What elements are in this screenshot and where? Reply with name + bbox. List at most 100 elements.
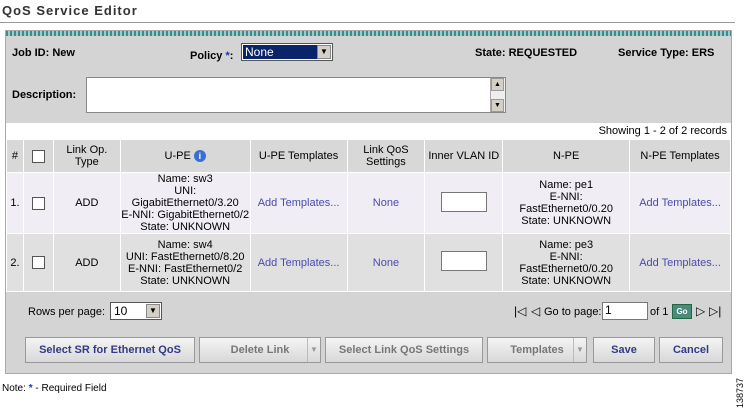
inner-vlan-input[interactable] [440,191,487,212]
row-select [22,233,54,292]
row-num: 2. [6,233,24,292]
col-upe-templates: U-PE Templates [249,139,348,173]
policy-label-text: Policy [190,50,223,62]
qos-settings-link[interactable]: None [373,257,399,269]
col-inner-vlan: Inner VLAN ID [424,139,504,173]
row-upe: Name: sw4 UNI: FastEthernet0/8.20 E-NNI:… [119,233,251,292]
prev-page-icon[interactable]: ◁ [531,304,540,318]
delete-link-button[interactable]: Delete Link ▼ [199,337,321,363]
row-npe: Name: pe1 E-NNI: FastEthernet0/0.20 Stat… [502,172,631,234]
chevron-down-icon[interactable]: ▼ [573,338,586,362]
templates-button[interactable]: Templates ▼ [487,337,587,363]
records-count: Showing 1 - 2 of 2 records [598,125,727,137]
upe-uni: UNI: FastEthernet0/8.20 [125,250,245,263]
page-title: QoS Service Editor [2,3,138,18]
col-npe-templates: N-PE Templates [629,139,731,173]
table-row: 2. ADD Name: sw4 UNI: FastEthernet0/8.20… [6,233,731,292]
go-button[interactable]: Go [672,304,692,319]
next-page-icon[interactable]: ▷ [696,304,705,318]
col-upe-label: U-PE [164,150,191,162]
save-button[interactable]: Save [593,337,655,363]
templates-label: Templates [510,344,564,356]
page-number-input[interactable]: 1 [602,302,648,320]
upe-name: Name: sw4 [157,238,213,251]
row-npe-templates: Add Templates... [629,233,731,292]
policy-selected-value: None [243,45,317,59]
required-star: * [28,383,33,394]
policy-colon: : [229,50,234,62]
row-qos: None [346,172,426,234]
cancel-button[interactable]: Cancel [659,337,723,363]
select-qos-button[interactable]: Select Link QoS Settings [325,337,483,363]
npe-state: State: UNKNOWN [521,215,612,227]
rows-per-page-select[interactable]: 10 ▼ [110,302,162,320]
row-vlan [424,233,504,292]
col-select-all [22,139,54,173]
policy-select[interactable]: None ▼ [241,43,333,61]
scroll-down-icon[interactable]: ▼ [491,99,504,112]
service-type-label: Service Type: ERS [618,47,715,59]
policy-label: Policy *: [190,50,233,62]
required-field-note: Note: * - Required Field [2,383,107,394]
description-textarea[interactable]: ▲ ▼ [86,77,506,113]
goto-page-label: Go to page: [544,306,602,318]
row-npe: Name: pe3 E-NNI: FastEthernet0/0.20 Stat… [502,233,631,292]
add-npe-templates-link[interactable]: Add Templates... [639,197,721,209]
col-num: # [6,139,24,173]
npe-name: Name: pe3 [539,238,594,251]
links-table: # Link Op. Type U-PE i U-PE Templates Li… [6,139,731,292]
row-qos: None [346,233,426,292]
inner-vlan-input[interactable] [440,251,487,271]
add-npe-templates-link[interactable]: Add Templates... [639,257,721,269]
pager: Rows per page: 10 ▼ |◁ ◁ Go to page: 1 o… [6,291,731,323]
chevron-down-icon[interactable]: ▼ [307,338,320,362]
upe-uni: UNI: GigabitEthernet0/3.20 [131,185,239,209]
rows-per-page-label: Rows per page: [28,306,106,318]
upe-state: State: UNKNOWN [140,221,231,233]
info-icon[interactable]: i [193,150,206,162]
row-upe-templates: Add Templates... [249,172,348,234]
npe-name: Name: pe1 [539,179,594,191]
chevron-down-icon[interactable]: ▼ [146,304,160,318]
npe-enni: E-NNI: FastEthernet0/0.20 [519,250,613,275]
row-select [22,172,54,234]
description-scrollbar[interactable]: ▲ ▼ [490,78,505,112]
row-npe-templates: Add Templates... [629,172,731,234]
add-upe-templates-link[interactable]: Add Templates... [258,197,340,209]
row-upe: Name: sw3 UNI: GigabitEthernet0/3.20 E-N… [119,172,251,234]
col-npe: N-PE [502,139,631,173]
scroll-up-icon[interactable]: ▲ [491,78,504,91]
table-row: 1. ADD Name: sw3 UNI: GigabitEthernet0/3… [6,172,731,234]
note-prefix: Note: [2,383,26,394]
select-sr-button[interactable]: Select SR for Ethernet QoS [25,337,195,363]
row-checkbox[interactable] [31,196,45,210]
col-link-op-type: Link Op. Type [52,139,121,173]
add-upe-templates-link[interactable]: Add Templates... [258,257,340,269]
upe-state: State: UNKNOWN [140,274,231,287]
col-upe: U-PE i [119,139,251,173]
state-label: State: REQUESTED [475,47,578,59]
row-checkbox[interactable] [31,256,45,269]
npe-enni: E-NNI: FastEthernet0/0.20 [519,191,613,215]
row-upe-templates: Add Templates... [249,233,348,292]
first-page-icon[interactable]: |◁ [514,304,526,318]
note-text: - Required Field [35,383,107,394]
upe-name: Name: sw3 [157,173,213,185]
row-op: ADD [52,233,121,292]
row-op: ADD [52,172,121,234]
upe-enni: E-NNI: FastEthernet0/2 [128,262,243,275]
chevron-down-icon[interactable]: ▼ [317,45,331,59]
panel-top-border [6,31,731,36]
editor-panel: Job ID: New Policy *: None ▼ State: REQU… [5,30,732,374]
row-vlan [424,172,504,234]
figure-id: 138737 [735,378,745,408]
col-link-qos: Link QoS Settings [346,139,426,173]
title-divider [0,22,735,23]
last-page-icon[interactable]: ▷| [709,304,721,318]
upe-enni: E-NNI: GigabitEthernet0/2 [121,209,250,221]
select-all-checkbox[interactable] [31,149,45,163]
npe-state: State: UNKNOWN [521,274,612,287]
page-total-label: of 1 [650,306,669,318]
qos-settings-link[interactable]: None [373,197,399,209]
delete-link-label: Delete Link [230,344,290,356]
